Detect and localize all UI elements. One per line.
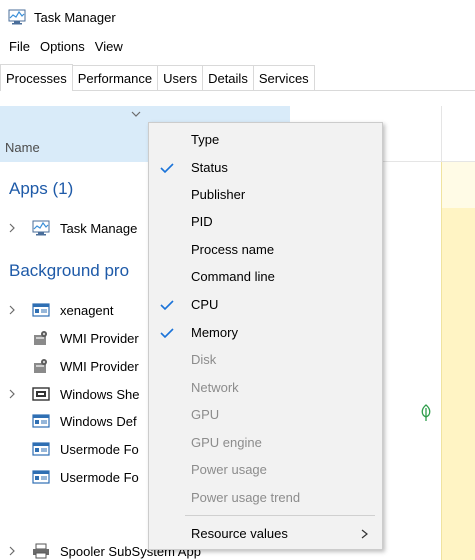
tab-performance[interactable]: Performance xyxy=(71,65,159,90)
column-divider[interactable] xyxy=(441,106,442,162)
menu-item-gpu: GPU xyxy=(149,401,382,428)
group-heading-apps: Apps (1) xyxy=(9,179,74,198)
app-window-icon xyxy=(32,303,50,317)
process-name: Usermode Fo xyxy=(60,469,139,485)
menu-separator xyxy=(185,515,375,516)
menu-file[interactable]: File xyxy=(4,39,35,54)
task-manager-icon xyxy=(8,9,26,25)
menu-item-label: Status xyxy=(191,160,228,175)
menu-item-label: Process name xyxy=(191,242,275,257)
menu-item-label: PID xyxy=(191,214,213,229)
app-window-icon xyxy=(32,414,50,428)
menu-item-network: Network xyxy=(149,374,382,401)
cpu-column-cell-apps xyxy=(442,162,475,208)
chevron-right-icon[interactable] xyxy=(8,223,16,233)
cpu-column-cells xyxy=(441,162,475,560)
wmi-provider-icon xyxy=(34,359,47,373)
menu-item-label: Command line xyxy=(191,269,275,284)
menu-item-label: Power usage trend xyxy=(191,490,301,505)
menu-item-publisher[interactable]: Publisher xyxy=(149,181,382,208)
tab-processes[interactable]: Processes xyxy=(0,64,73,91)
menu-item-label: Type xyxy=(191,132,220,147)
chevron-right-icon[interactable] xyxy=(8,389,16,399)
process-name: Task Manage xyxy=(60,220,138,236)
wmi-provider-icon xyxy=(34,331,47,345)
tab-services[interactable]: Services xyxy=(252,65,315,90)
app-window-icon xyxy=(32,470,50,484)
process-name: xenagent xyxy=(60,302,114,318)
app-window-icon xyxy=(32,442,50,456)
menu-item-memory[interactable]: Memory xyxy=(149,319,382,346)
menu-item-status[interactable]: Status xyxy=(149,154,382,181)
task-manager-icon xyxy=(32,220,50,236)
menu-item-label: Publisher xyxy=(191,187,246,202)
menu-item-command-line[interactable]: Command line xyxy=(149,263,382,290)
window-title: Task Manager xyxy=(34,9,116,25)
chevron-right-icon[interactable] xyxy=(8,305,16,315)
shell-window-icon xyxy=(32,387,50,401)
name-column-label: Name xyxy=(5,140,40,155)
printer-icon xyxy=(33,543,49,559)
menu-item-label: CPU xyxy=(191,297,219,312)
column-context-menu: Type Status Publisher PID Process name C… xyxy=(148,122,383,550)
process-name: WMI Provider xyxy=(60,358,139,374)
tab-details[interactable]: Details xyxy=(202,65,254,90)
menu-item-power-usage: Power usage xyxy=(149,456,382,483)
menu-item-resource-values[interactable]: Resource values xyxy=(149,520,382,547)
menu-item-label: Resource values xyxy=(191,526,288,541)
menu-item-pid[interactable]: PID xyxy=(149,208,382,235)
chevron-right-icon xyxy=(361,529,368,538)
menu-bar: File Options View xyxy=(0,34,128,58)
tab-users[interactable]: Users xyxy=(157,65,204,90)
menu-view[interactable]: View xyxy=(90,39,128,54)
menu-item-type[interactable]: Type xyxy=(149,126,382,153)
group-heading-background: Background pro xyxy=(9,261,130,280)
checkmark-icon xyxy=(160,327,174,338)
menu-item-power-usage-trend: Power usage trend xyxy=(149,484,382,511)
checkmark-icon xyxy=(160,162,174,173)
process-name: WMI Provider xyxy=(60,330,139,346)
process-name: Windows She xyxy=(60,386,140,402)
process-name: Windows Def xyxy=(60,413,137,429)
menu-item-label: Power usage xyxy=(191,462,267,477)
efficiency-leaf-icon xyxy=(421,404,431,421)
tab-strip: Processes Performance Users Details Serv… xyxy=(0,64,475,91)
menu-options[interactable]: Options xyxy=(35,39,90,54)
menu-item-label: GPU xyxy=(191,407,220,422)
checkmark-icon xyxy=(160,299,174,310)
menu-item-label: Disk xyxy=(191,352,217,367)
menu-item-disk: Disk xyxy=(149,346,382,373)
chevron-right-icon[interactable] xyxy=(8,546,16,556)
process-name: Usermode Fo xyxy=(60,441,139,457)
chevron-down-icon[interactable] xyxy=(131,110,141,118)
menu-item-label: Memory xyxy=(191,325,238,340)
menu-item-label: Network xyxy=(191,380,239,395)
title-bar: Task Manager xyxy=(0,0,475,34)
menu-item-gpu-engine: GPU engine xyxy=(149,429,382,456)
menu-item-process-name[interactable]: Process name xyxy=(149,236,382,263)
menu-item-label: GPU engine xyxy=(191,435,262,450)
menu-item-cpu[interactable]: CPU xyxy=(149,291,382,318)
